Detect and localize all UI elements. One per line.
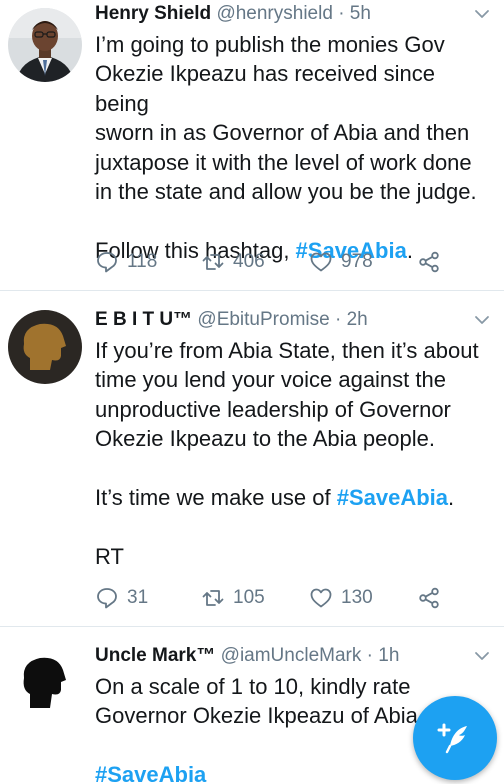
retweet-count: 406 [233,251,265,272]
display-name[interactable]: E B I T U™ [95,309,192,330]
reply-button[interactable]: 118 [95,250,201,274]
tweet-text-line: sworn in as Governor of Abia and then [95,120,470,146]
tweet-text-line: unproductive leadership of Governor [95,396,451,422]
tweet-actions: 118 406 978 [95,247,449,277]
reply-button[interactable]: 31 [95,586,201,610]
like-button[interactable]: 978 [309,250,417,274]
tweet-text-line: RT [95,543,124,569]
hashtag-link[interactable]: #SaveAbia [95,762,206,784]
tweet-text-line: On a scale of 1 to 10, kindly rate [95,674,411,699]
display-name[interactable]: Henry Shield [95,3,211,24]
text-span: . [448,485,455,511]
user-handle[interactable]: @henryshield [216,3,332,24]
retweet-count: 105 [233,587,265,608]
tweet[interactable]: E B I T U™ @EbituPromise · 2h If you’re … [0,292,504,627]
tweet-text-line: If you’re from Abia State, then it’s abo… [95,338,479,363]
compose-icon [437,723,467,754]
like-icon [310,252,332,272]
reply-icon [97,252,117,273]
tweet-header: E B I T U™ @EbituPromise · 2h [95,306,492,334]
hashtag-link[interactable]: #SaveAbia [337,485,448,510]
avatar[interactable] [8,8,82,82]
like-count: 978 [341,251,373,272]
retweet-button[interactable]: 105 [201,586,309,610]
reply-icon [97,588,117,609]
separator: · [334,309,342,330]
like-icon [310,588,332,608]
chevron-down-icon[interactable] [472,4,492,24]
display-name[interactable]: Uncle Mark™ [95,645,215,666]
reply-count: 31 [127,587,149,608]
avatar-photo [8,310,82,384]
compose-tweet-button[interactable] [413,696,497,780]
tweet-text-line: It’s time we make use of #SaveAbia. [95,483,492,512]
chevron-down-icon[interactable] [472,646,492,666]
reply-count: 118 [127,251,158,272]
timestamp[interactable]: 1h [378,645,399,666]
tweet-text-line: Okezie Ikpeazu has received since being [95,61,435,116]
user-handle[interactable]: @iamUncleMark [221,645,362,666]
text-span: It’s time we make use of [95,485,337,511]
timestamp[interactable]: 2h [347,309,368,330]
avatar-photo [8,8,82,82]
like-count: 130 [341,587,373,608]
like-button[interactable]: 130 [309,586,417,610]
tweet-actions: 31 105 130 [95,583,449,613]
tweet-text-line: juxtapose it with the level of work done [95,149,472,175]
avatar-photo [8,642,82,716]
retweet-button[interactable]: 406 [201,250,309,274]
retweet-icon [202,254,224,270]
tweet-text-line: I’m going to publish the monies Gov [95,32,445,57]
share-icon [419,251,439,273]
separator: · [338,3,345,24]
tweet-header: Henry Shield @henryshield · 5h [95,0,492,28]
timestamp[interactable]: 5h [350,3,371,24]
tweet-text-line: in the state and allow you be the judge. [95,179,477,205]
separator: · [366,645,373,666]
tweet-header: Uncle Mark™ @iamUncleMark · 1h [95,642,492,670]
tweet[interactable]: Henry Shield @henryshield · 5h I’m going… [0,0,504,291]
avatar[interactable] [8,310,82,384]
chevron-down-icon[interactable] [472,310,492,330]
tweet-text-line: Okezie Ikpeazu to the Abia people. [95,426,436,452]
share-icon [419,587,439,609]
tweet-text-line: time you lend your voice against the [95,367,446,393]
tweet-text: I’m going to publish the monies Gov Okez… [95,30,492,265]
retweet-icon [202,590,224,606]
tweet-text: If you’re from Abia State, then it’s abo… [95,336,492,571]
share-button[interactable] [417,250,449,274]
share-button[interactable] [417,586,449,610]
user-handle[interactable]: @EbituPromise [197,309,329,330]
avatar[interactable] [8,642,82,716]
